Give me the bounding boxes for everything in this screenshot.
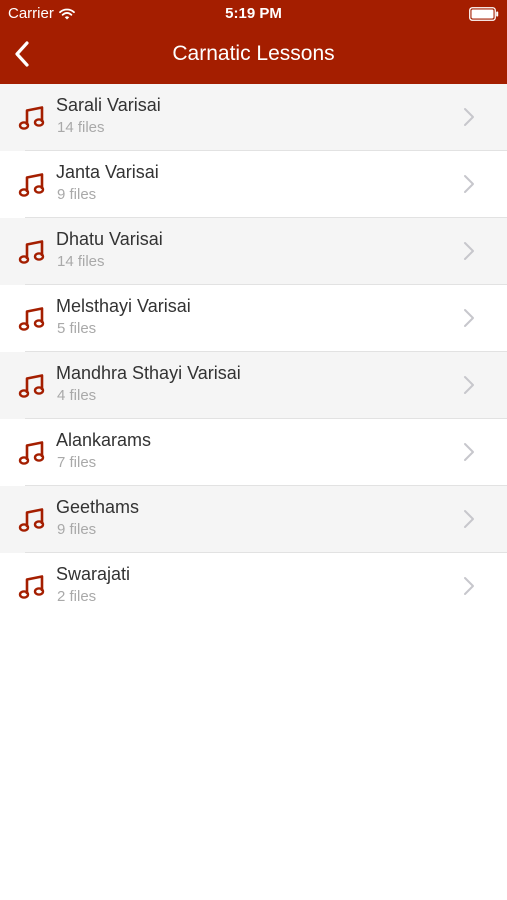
chevron-right-icon xyxy=(464,175,474,193)
top-bar: Carrier 5:19 PM Carnatic Lessons xyxy=(0,0,507,84)
list-item[interactable]: Melsthayi Varisai 5 files xyxy=(0,285,507,352)
navigation-bar: Carnatic Lessons xyxy=(0,28,507,84)
list-item[interactable]: Alankarams 7 files xyxy=(0,419,507,486)
music-note-icon xyxy=(18,441,45,465)
list-item[interactable]: Dhatu Varisai 14 files xyxy=(0,218,507,285)
list-item-title: Alankarams xyxy=(56,430,152,450)
chevron-right-icon xyxy=(464,443,474,461)
list-item-title: Geethams xyxy=(56,497,140,517)
status-bar: Carrier 5:19 PM xyxy=(0,0,507,28)
lesson-list: Sarali Varisai 14 files Janta Varisai 9 fil… xyxy=(0,84,507,620)
list-item-subtitle: 5 files xyxy=(57,320,97,337)
chevron-right-icon xyxy=(464,309,474,327)
list-item-subtitle: 2 files xyxy=(57,588,97,605)
list-item-subtitle: 14 files xyxy=(57,119,105,136)
status-time: 5:19 PM xyxy=(225,5,282,22)
list-item-subtitle: 9 files xyxy=(57,521,97,538)
list-item[interactable]: Sarali Varisai 14 files xyxy=(0,84,507,151)
list-item-subtitle: 7 files xyxy=(57,454,97,471)
music-note-icon xyxy=(18,307,45,331)
list-item-title: Swarajati xyxy=(56,564,131,584)
list-item-title: Mandhra Sthayi Varisai xyxy=(56,363,241,383)
chevron-right-icon xyxy=(464,242,474,260)
list-item-title: Janta Varisai xyxy=(56,162,159,182)
chevron-right-icon xyxy=(464,510,474,528)
music-note-icon xyxy=(18,575,45,599)
list-item-subtitle: 14 files xyxy=(57,253,105,270)
music-note-icon xyxy=(18,374,45,398)
battery-icon xyxy=(469,7,499,21)
list-item-title: Melsthayi Varisai xyxy=(56,296,191,316)
page-title: Carnatic Lessons xyxy=(172,42,335,65)
list-item[interactable]: Mandhra Sthayi Varisai 4 files xyxy=(0,352,507,419)
music-note-icon xyxy=(18,173,45,197)
list-item[interactable]: Geethams 9 files xyxy=(0,486,507,553)
music-note-icon xyxy=(18,106,45,130)
chevron-right-icon xyxy=(464,108,474,126)
list-item[interactable]: Swarajati 2 files xyxy=(0,553,507,620)
list-item-subtitle: 9 files xyxy=(57,186,97,203)
music-note-icon xyxy=(18,240,45,264)
list-item-subtitle: 4 files xyxy=(57,387,97,404)
music-note-icon xyxy=(18,508,45,532)
list-item-title: Sarali Varisai xyxy=(56,95,161,115)
list-item-title: Dhatu Varisai xyxy=(56,229,163,249)
chevron-right-icon xyxy=(464,577,474,595)
list-item[interactable]: Janta Varisai 9 files xyxy=(0,151,507,218)
chevron-right-icon xyxy=(464,376,474,394)
